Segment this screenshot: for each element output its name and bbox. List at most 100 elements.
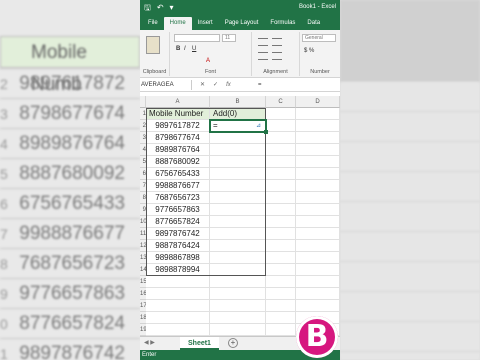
align-left-icon[interactable] [258, 52, 268, 60]
number-format-select[interactable]: General [302, 34, 336, 42]
mobile-number-cell[interactable]: 9898867898 [146, 252, 210, 264]
grid-cell[interactable] [210, 276, 266, 288]
fill-handle[interactable] [264, 130, 268, 134]
grid-cell[interactable] [266, 204, 296, 216]
formula-input[interactable]: = [258, 80, 262, 90]
font-color-icon[interactable]: A [206, 58, 210, 64]
grid-cell[interactable] [296, 156, 340, 168]
mobile-number-cell[interactable]: 9988876677 [146, 180, 210, 192]
grid-cell[interactable] [146, 324, 210, 336]
font-size-select[interactable]: 11 [222, 34, 236, 42]
grid-cell[interactable] [146, 276, 210, 288]
undo-icon[interactable]: ↶ [157, 3, 164, 13]
enter-icon[interactable]: ✓ [213, 80, 218, 90]
grid-cell[interactable] [266, 216, 296, 228]
column-header-a[interactable]: A [146, 96, 210, 108]
grid-cell[interactable] [210, 156, 266, 168]
grid-cell[interactable] [210, 216, 266, 228]
mobile-number-cell[interactable]: 8989876764 [146, 144, 210, 156]
grid-cell[interactable] [296, 216, 340, 228]
italic-button[interactable]: I [184, 46, 186, 52]
grid-cell[interactable] [296, 300, 340, 312]
grid-cell[interactable] [266, 132, 296, 144]
grid-cell[interactable] [210, 300, 266, 312]
grid-cell[interactable] [266, 120, 296, 132]
grid-cell[interactable] [266, 240, 296, 252]
grid-cell[interactable] [296, 204, 340, 216]
grid-cell[interactable] [210, 132, 266, 144]
underline-button[interactable]: U [192, 46, 196, 52]
sheet-nav-icon[interactable]: ◀ ▶ [144, 339, 155, 346]
currency-icon[interactable]: $ % [304, 48, 314, 54]
grid-cell[interactable] [296, 120, 340, 132]
grid-cell[interactable] [266, 252, 296, 264]
grid-cell[interactable] [296, 144, 340, 156]
mobile-number-cell[interactable]: 8798677674 [146, 132, 210, 144]
grid-cell[interactable] [210, 228, 266, 240]
mobile-number-cell[interactable]: 9898878994 [146, 264, 210, 276]
grid-cell[interactable] [210, 264, 266, 276]
tab-home[interactable]: Home [163, 17, 192, 30]
align-center-icon[interactable] [272, 52, 282, 60]
grid-cell[interactable] [266, 276, 296, 288]
grid-cell[interactable] [210, 240, 266, 252]
grid-cell[interactable] [210, 312, 266, 324]
grid-cell[interactable] [296, 240, 340, 252]
grid-cell[interactable] [266, 264, 296, 276]
grid-cell[interactable] [296, 192, 340, 204]
grid-cell[interactable] [210, 324, 266, 336]
grid-cell[interactable] [296, 252, 340, 264]
mobile-number-cell[interactable]: 7687656723 [146, 192, 210, 204]
cancel-icon[interactable]: ✕ [200, 80, 205, 90]
grid-cell[interactable] [296, 180, 340, 192]
grid-cell[interactable] [266, 228, 296, 240]
grid-cell[interactable] [266, 324, 296, 336]
grid-cell[interactable] [266, 168, 296, 180]
save-icon[interactable]: 🖫 [144, 3, 151, 13]
paste-icon[interactable] [146, 36, 160, 54]
align-middle-icon[interactable] [272, 38, 282, 46]
grid-cell[interactable] [296, 288, 340, 300]
grid-cell[interactable] [296, 228, 340, 240]
bold-button[interactable]: B [176, 46, 180, 52]
grid-cell[interactable] [210, 144, 266, 156]
grid-cell[interactable] [266, 144, 296, 156]
grid-cell[interactable] [266, 288, 296, 300]
align-top-icon[interactable] [258, 38, 268, 46]
grid-cell[interactable] [296, 168, 340, 180]
font-name-select[interactable] [174, 34, 220, 42]
grid-cell[interactable] [210, 192, 266, 204]
header-cell-mobile-number[interactable]: Mobile Number [146, 108, 210, 120]
name-box[interactable]: AVERAGEA [140, 80, 192, 90]
tab-insert[interactable]: Insert [192, 17, 219, 30]
sheet-tab-sheet1[interactable]: Sheet1 [180, 337, 219, 350]
tab-formulas[interactable]: Formulas [264, 17, 301, 30]
grid-cell[interactable] [210, 252, 266, 264]
grid-cell[interactable] [146, 300, 210, 312]
grid-cell[interactable] [266, 192, 296, 204]
customize-icon[interactable]: ▾ [170, 3, 174, 13]
column-header-b[interactable]: B [210, 96, 266, 108]
grid-cell[interactable] [296, 108, 340, 120]
grid-cell[interactable] [210, 204, 266, 216]
column-header-d[interactable]: D [296, 96, 340, 108]
grid-cell[interactable] [296, 276, 340, 288]
grid-cell[interactable] [266, 156, 296, 168]
grid-cell[interactable] [296, 264, 340, 276]
insert-function-icon[interactable]: fx [226, 80, 231, 90]
grid-cell[interactable] [210, 288, 266, 300]
mobile-number-cell[interactable]: 9887876424 [146, 240, 210, 252]
add-sheet-icon[interactable]: + [228, 338, 238, 348]
grid-cell[interactable] [266, 108, 296, 120]
grid-cell[interactable] [266, 180, 296, 192]
mobile-number-cell[interactable]: 9897876742 [146, 228, 210, 240]
grid-cell[interactable] [146, 312, 210, 324]
grid-cell[interactable] [146, 288, 210, 300]
grid-cell[interactable] [296, 132, 340, 144]
grid-cell[interactable] [266, 300, 296, 312]
mobile-number-cell[interactable]: 9897617872 [146, 120, 210, 132]
mobile-number-cell[interactable]: 6756765433 [146, 168, 210, 180]
grid-cell[interactable] [210, 168, 266, 180]
grid-cell[interactable] [210, 180, 266, 192]
grid-cell[interactable] [266, 312, 296, 324]
